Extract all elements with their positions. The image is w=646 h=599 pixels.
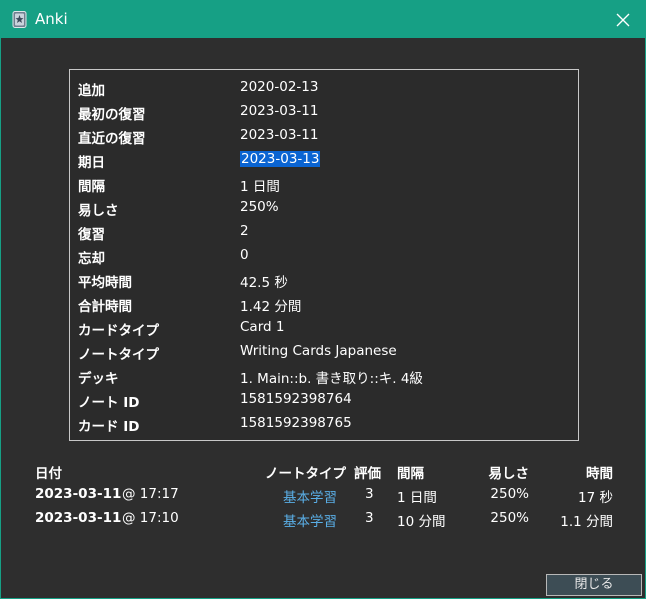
review-time-of-day: @ 17:17 xyxy=(122,486,179,502)
header-note-type: ノートタイプ xyxy=(265,466,346,482)
card-info-table: 追加 2020-02-13 最初の復習 2023-03-11 直近の復習 202… xyxy=(69,69,579,441)
info-row-lapses: 忘却 0 xyxy=(70,244,578,268)
review-date: 2023-03-11 xyxy=(35,510,122,526)
window-title: Anki xyxy=(35,10,68,28)
info-value: 250% xyxy=(240,199,279,215)
review-history-row: 2023-03-11 @ 17:10 基本学習 3 10 分間 250% 1.1… xyxy=(1,510,646,532)
info-row-deck: デッキ 1. Main::b. 書き取り::キ. 4級 xyxy=(70,364,578,388)
info-label: デッキ xyxy=(78,371,119,387)
review-rating: 3 xyxy=(365,510,374,526)
info-value: 1. Main::b. 書き取り::キ. 4級 xyxy=(240,371,423,387)
anki-app-icon xyxy=(12,11,27,28)
info-row-latest-review: 直近の復習 2023-03-11 xyxy=(70,124,578,148)
info-row-reviews: 復習 2 xyxy=(70,220,578,244)
info-value-selected[interactable]: 2023-03-13 xyxy=(240,151,321,167)
info-row-note-type: ノートタイプ Writing Cards Japanese xyxy=(70,340,578,364)
info-row-card-id: カード ID 1581592398765 xyxy=(70,412,578,436)
info-label: 平均時間 xyxy=(78,275,132,291)
review-ease: 250% xyxy=(490,510,529,526)
title-bar: Anki xyxy=(1,1,645,38)
review-interval: 1 日間 xyxy=(397,490,437,506)
info-label: ノートタイプ xyxy=(78,347,159,363)
info-label: 間隔 xyxy=(78,179,105,195)
header-rating: 評価 xyxy=(354,466,381,482)
close-button[interactable]: 閉じる xyxy=(546,574,642,596)
info-value: 1 日間 xyxy=(240,179,280,195)
info-value: 2023-03-11 xyxy=(240,127,319,143)
review-date: 2023-03-11 xyxy=(35,486,122,502)
info-label: 忘却 xyxy=(78,251,105,267)
info-value: 1581592398765 xyxy=(240,415,352,431)
review-time: 17 秒 xyxy=(578,490,613,506)
info-row-first-review: 最初の復習 2023-03-11 xyxy=(70,100,578,124)
info-label: カード ID xyxy=(78,419,140,435)
review-type-link[interactable]: 基本学習 xyxy=(283,486,337,506)
info-value: 2023-03-11 xyxy=(240,103,319,119)
review-history-header: 日付 ノートタイプ 評価 間隔 易しさ 時間 xyxy=(1,462,646,484)
review-interval: 10 分間 xyxy=(397,514,446,530)
info-row-due: 期日 2023-03-13 xyxy=(70,148,578,172)
header-ease: 易しさ xyxy=(488,466,530,482)
info-label: 最初の復習 xyxy=(78,107,146,123)
info-label: 追加 xyxy=(78,83,105,99)
info-row-added: 追加 2020-02-13 xyxy=(70,76,578,100)
info-row-ease: 易しさ 250% xyxy=(70,196,578,220)
info-label: ノート ID xyxy=(78,395,140,411)
info-label: 合計時間 xyxy=(78,299,132,315)
review-ease: 250% xyxy=(490,486,529,502)
header-date: 日付 xyxy=(35,466,62,482)
header-interval: 間隔 xyxy=(397,466,424,482)
review-time: 1.1 分間 xyxy=(560,514,613,530)
info-label: 直近の復習 xyxy=(78,131,146,147)
review-time-of-day: @ 17:10 xyxy=(122,510,179,526)
info-label: カードタイプ xyxy=(78,323,159,339)
review-type-link[interactable]: 基本学習 xyxy=(283,510,337,530)
info-value: 1581592398764 xyxy=(240,391,352,407)
info-row-interval: 間隔 1 日間 xyxy=(70,172,578,196)
info-row-note-id: ノート ID 1581592398764 xyxy=(70,388,578,412)
review-rating: 3 xyxy=(365,486,374,502)
info-value: 0 xyxy=(240,247,249,263)
info-value: Writing Cards Japanese xyxy=(240,343,397,359)
info-value: 1.42 分間 xyxy=(240,299,302,315)
info-label: 復習 xyxy=(78,227,105,243)
card-info-window: Anki 追加 2020-02-13 最初の復習 2023-03-11 直近の復… xyxy=(0,0,646,599)
info-value: 2 xyxy=(240,223,249,239)
info-label: 易しさ xyxy=(78,203,119,219)
review-history-row: 2023-03-11 @ 17:17 基本学習 3 1 日間 250% 17 秒 xyxy=(1,486,646,508)
info-row-card-type: カードタイプ Card 1 xyxy=(70,316,578,340)
info-value: Card 1 xyxy=(240,319,285,335)
window-close-button[interactable] xyxy=(601,1,645,38)
info-row-total-time: 合計時間 1.42 分間 xyxy=(70,292,578,316)
info-value: 42.5 秒 xyxy=(240,275,288,291)
close-icon xyxy=(616,13,630,26)
header-time: 時間 xyxy=(586,466,613,482)
info-value: 2020-02-13 xyxy=(240,79,319,95)
info-row-average-time: 平均時間 42.5 秒 xyxy=(70,268,578,292)
info-label: 期日 xyxy=(78,155,105,171)
